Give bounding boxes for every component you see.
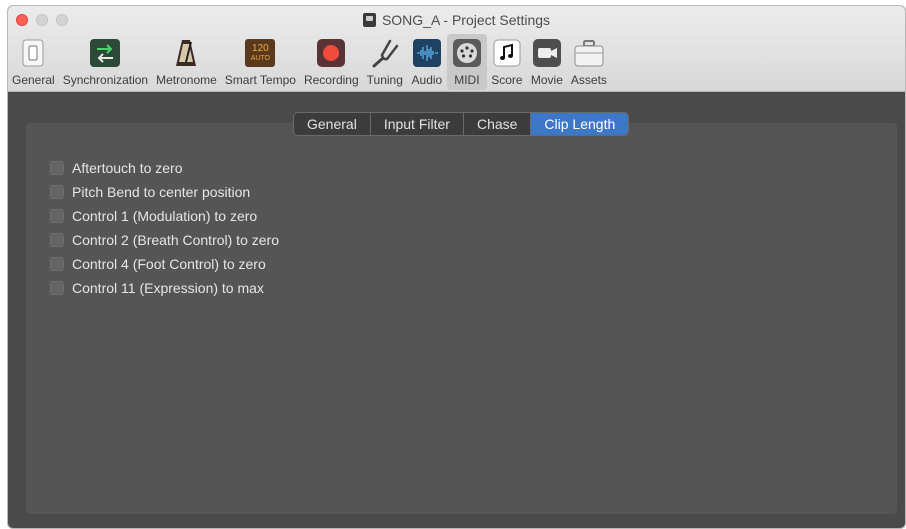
toolbar-audio[interactable]: Audio xyxy=(407,34,447,90)
smart-tempo-icon: 120 AUTO xyxy=(244,37,276,69)
option-label: Control 4 (Foot Control) to zero xyxy=(72,256,266,272)
option-label: Control 11 (Expression) to max xyxy=(72,280,264,296)
toolbar-label: Recording xyxy=(303,73,359,87)
toolbar-label: Tuning xyxy=(366,73,403,87)
window-title-text: SONG_A - Project Settings xyxy=(381,12,551,28)
music-note-icon xyxy=(491,37,523,69)
tab-clip-length[interactable]: Clip Length xyxy=(531,113,629,135)
toolbar-label: Score xyxy=(491,73,523,87)
option-label: Control 2 (Breath Control) to zero xyxy=(72,232,279,248)
option-label: Control 1 (Modulation) to zero xyxy=(72,208,258,224)
checkbox[interactable] xyxy=(50,257,64,271)
toolbar-label: Synchronization xyxy=(62,73,149,87)
tab-general[interactable]: General xyxy=(294,113,371,135)
briefcase-icon xyxy=(573,37,605,69)
toolbar-recording[interactable]: Recording xyxy=(300,34,363,90)
sync-arrows-icon xyxy=(89,37,121,69)
option-control-1[interactable]: Control 1 (Modulation) to zero xyxy=(50,204,279,228)
project-document-icon xyxy=(362,13,376,27)
toolbar-label: Assets xyxy=(570,73,607,87)
toolbar-midi[interactable]: MIDI xyxy=(446,34,487,90)
toolbar-label: Audio xyxy=(411,73,443,87)
toolbar-label: General xyxy=(12,73,55,87)
toolbar-assets[interactable]: Assets xyxy=(567,34,611,90)
toolbar-score[interactable]: Score xyxy=(487,34,527,90)
video-camera-icon xyxy=(531,37,563,69)
midi-settings-tabs: General Input Filter Chase Clip Length xyxy=(293,112,630,136)
checkbox[interactable] xyxy=(50,233,64,247)
option-label: Aftertouch to zero xyxy=(72,160,183,176)
toolbar-tuning[interactable]: Tuning xyxy=(363,34,407,90)
option-control-11[interactable]: Control 11 (Expression) to max xyxy=(50,276,279,300)
tempo-badge-value: 120 xyxy=(252,43,269,54)
toolbar-movie[interactable]: Movie xyxy=(527,34,567,90)
project-settings-window: SONG_A - Project Settings General Synchr… xyxy=(8,6,905,528)
midi-plug-icon xyxy=(451,37,483,69)
toolbar-general[interactable]: General xyxy=(8,34,59,90)
checkbox[interactable] xyxy=(50,185,64,199)
tab-input-filter[interactable]: Input Filter xyxy=(371,113,464,135)
window-title: SONG_A - Project Settings xyxy=(8,12,905,28)
checkbox[interactable] xyxy=(50,281,64,295)
general-switch-icon xyxy=(17,37,49,69)
option-pitch-bend[interactable]: Pitch Bend to center position xyxy=(50,180,279,204)
option-label: Pitch Bend to center position xyxy=(72,184,251,200)
toolbar-synchronization[interactable]: Synchronization xyxy=(59,34,152,90)
tempo-badge-mode: AUTO xyxy=(250,55,271,62)
checkbox[interactable] xyxy=(50,209,64,223)
toolbar-label: Metronome xyxy=(156,73,217,87)
option-aftertouch[interactable]: Aftertouch to zero xyxy=(50,156,279,180)
settings-toolbar: General Synchronization Metronome 120 AU xyxy=(8,34,611,90)
option-control-4[interactable]: Control 4 (Foot Control) to zero xyxy=(50,252,279,276)
tuning-fork-icon xyxy=(369,37,401,69)
checkbox[interactable] xyxy=(50,161,64,175)
record-icon xyxy=(315,37,347,69)
clip-length-options: Aftertouch to zero Pitch Bend to center … xyxy=(50,156,279,300)
toolbar-label: MIDI xyxy=(454,73,480,87)
toolbar-metronome[interactable]: Metronome xyxy=(152,34,221,90)
metronome-icon xyxy=(170,37,202,69)
toolbar-label: Smart Tempo xyxy=(224,73,296,87)
tab-chase[interactable]: Chase xyxy=(464,113,532,135)
waveform-icon xyxy=(411,37,443,69)
option-control-2[interactable]: Control 2 (Breath Control) to zero xyxy=(50,228,279,252)
toolbar-label: Movie xyxy=(530,73,563,87)
toolbar-smart-tempo[interactable]: 120 AUTO Smart Tempo xyxy=(221,34,300,90)
title-toolbar-area: SONG_A - Project Settings General Synchr… xyxy=(8,6,905,92)
